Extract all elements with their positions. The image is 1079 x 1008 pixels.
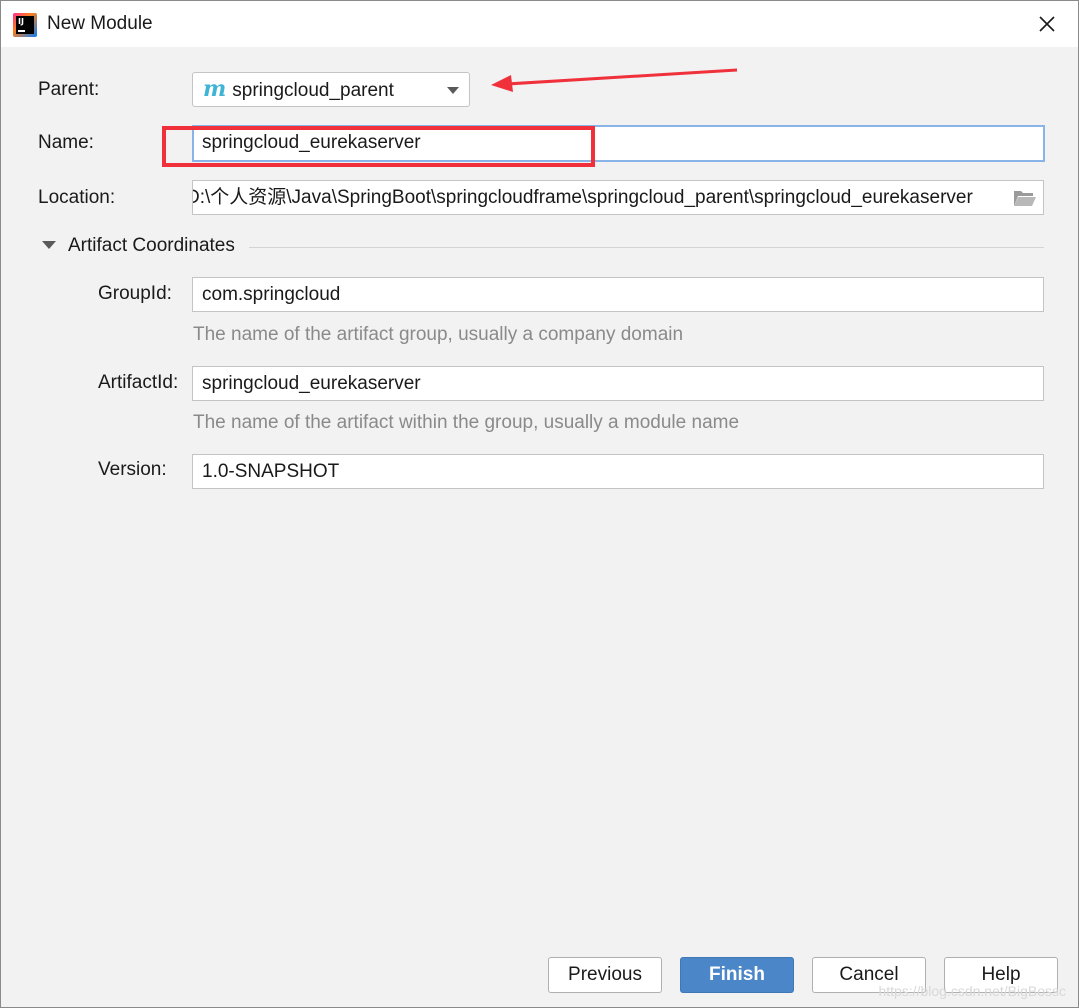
finish-button[interactable]: Finish: [680, 957, 794, 993]
dialog-title: New Module: [47, 13, 153, 34]
location-input[interactable]: D:\个人资源\Java\SpringBoot\springcloudframe…: [192, 180, 1044, 215]
location-value: D:\个人资源\Java\SpringBoot\springcloudframe…: [192, 187, 973, 208]
location-label: Location:: [38, 187, 116, 208]
artifactid-input[interactable]: springcloud_eurekaserver: [192, 366, 1044, 401]
cancel-button-label: Cancel: [839, 964, 899, 985]
finish-button-label: Finish: [709, 964, 765, 985]
help-button-label: Help: [981, 964, 1021, 985]
groupid-label: GroupId:: [98, 283, 172, 304]
previous-button-label: Previous: [568, 964, 642, 985]
collapse-triangle-icon[interactable]: [42, 241, 56, 249]
parent-value: springcloud_parent: [232, 80, 394, 101]
chevron-down-icon: [447, 87, 459, 94]
watermark: https://blog.csdn.net/BigBossc: [878, 983, 1066, 999]
section-divider: [249, 247, 1044, 248]
name-input[interactable]: springcloud_eurekaserver: [192, 125, 1045, 162]
version-input[interactable]: 1.0-SNAPSHOT: [192, 454, 1044, 489]
new-module-dialog: IJ New Module Parent: m springcloud_paren…: [0, 0, 1079, 1008]
artifactid-label: ArtifactId:: [98, 372, 179, 393]
folder-open-icon[interactable]: [1013, 188, 1037, 208]
previous-button[interactable]: Previous: [548, 957, 662, 993]
red-arrow-annotation: [491, 68, 738, 92]
close-icon: [1039, 16, 1055, 32]
parent-dropdown[interactable]: m springcloud_parent: [192, 72, 470, 107]
title-bar: IJ New Module: [1, 1, 1078, 47]
name-label: Name:: [38, 132, 94, 153]
intellij-app-icon: IJ: [13, 13, 37, 37]
groupid-hint: The name of the artifact group, usually …: [193, 324, 684, 345]
artifact-section-title[interactable]: Artifact Coordinates: [68, 235, 235, 257]
parent-label: Parent:: [38, 79, 100, 100]
version-label: Version:: [98, 459, 167, 480]
close-button[interactable]: [1034, 11, 1060, 37]
maven-icon: m: [203, 76, 227, 102]
artifactid-hint: The name of the artifact within the grou…: [193, 412, 740, 433]
groupid-input[interactable]: com.springcloud: [192, 277, 1044, 312]
